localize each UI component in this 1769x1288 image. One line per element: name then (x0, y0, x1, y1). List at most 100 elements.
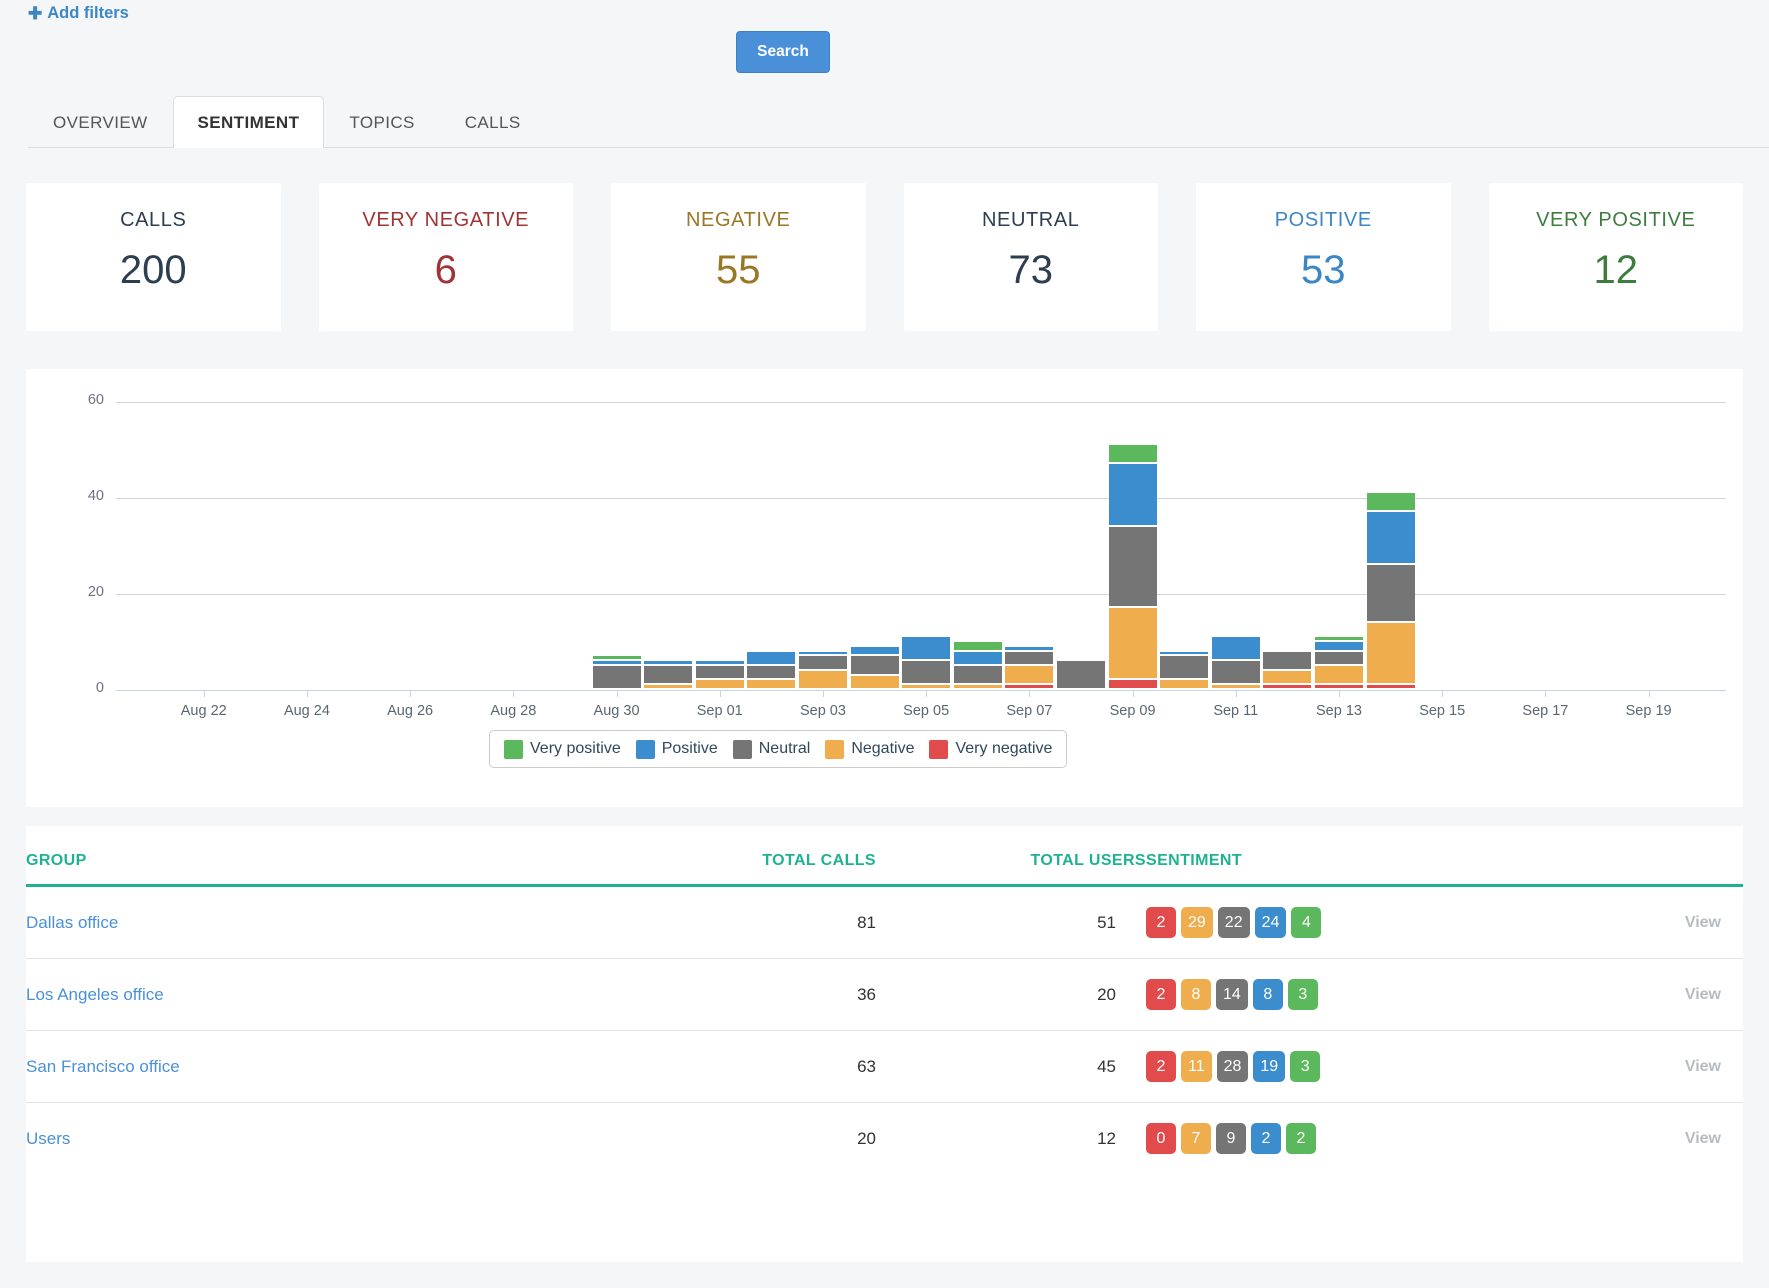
x-axis-tick-label: Sep 13 (1316, 703, 1362, 719)
y-axis-tick-label: 60 (64, 392, 104, 408)
x-axis-tick-label: Sep 03 (800, 703, 846, 719)
chart-bar-segment (747, 680, 795, 690)
x-axis-tick-label: Sep 11 (1213, 703, 1258, 719)
legend-item-negative[interactable]: Negative (825, 740, 914, 759)
status-badge: 28 (1217, 1051, 1249, 1082)
chart-bar[interactable] (1160, 652, 1208, 690)
dashboard-page: ✚ Add filters Search OVERVIEWSENTIMENTTO… (0, 0, 1769, 1288)
view-link[interactable]: View (1496, 886, 1743, 959)
chart-bar[interactable] (1263, 652, 1311, 690)
status-badge: 24 (1255, 907, 1287, 938)
tab-topics[interactable]: TOPICS (324, 96, 439, 148)
view-link[interactable]: View (1496, 1103, 1743, 1175)
x-axis-tick (823, 690, 824, 697)
chart-bar-segment (1263, 652, 1311, 671)
search-button-label: Search (757, 43, 809, 61)
chart-bar-segment (747, 666, 795, 680)
status-badge: 2 (1286, 1123, 1316, 1154)
total-calls-cell: 20 (546, 1103, 876, 1175)
tab-sentiment[interactable]: SENTIMENT (173, 96, 325, 148)
chart-bar[interactable] (593, 656, 641, 690)
chart-bar[interactable] (1057, 661, 1105, 690)
status-badge: 8 (1181, 979, 1211, 1010)
kpi-card-value: 55 (716, 248, 761, 293)
chart-bar-segment (747, 652, 795, 666)
kpi-card-label: VERY POSITIVE (1536, 209, 1695, 232)
add-filters-link[interactable]: ✚ Add filters (28, 4, 129, 23)
kpi-card-value: 53 (1301, 248, 1346, 293)
legend-swatch-icon (825, 740, 844, 759)
kpi-card-calls: CALLS200 (26, 183, 281, 331)
chart-bar-segment (902, 637, 950, 661)
chart-bar[interactable] (902, 637, 950, 690)
sentiment-badge-group: 22922244 (1146, 907, 1496, 938)
chart-bar-segment (1005, 685, 1053, 690)
chart-bar-segment (696, 680, 744, 690)
view-link[interactable]: View (1496, 1031, 1743, 1103)
legend-item-very-negative[interactable]: Very negative (929, 740, 1052, 759)
status-badge: 0 (1146, 1123, 1176, 1154)
x-axis-tick-label: Sep 19 (1626, 703, 1672, 719)
kpi-card-label: VERY NEGATIVE (362, 209, 529, 232)
chart-bar-segment (1315, 685, 1363, 690)
total-users-cell: 45 (876, 1031, 1146, 1103)
x-axis-tick (1133, 690, 1134, 697)
legend-item-neutral[interactable]: Neutral (733, 740, 811, 759)
status-badge: 2 (1146, 1051, 1176, 1082)
view-link[interactable]: View (1496, 959, 1743, 1031)
x-axis-tick (204, 690, 205, 697)
x-axis-tick-label: Aug 22 (181, 703, 227, 719)
x-axis-tick (410, 690, 411, 697)
search-button[interactable]: Search (736, 31, 830, 73)
status-badge: 3 (1288, 979, 1318, 1010)
chart-bar[interactable] (696, 661, 744, 690)
x-axis-tick (926, 690, 927, 697)
chart-bar-segment (1005, 652, 1053, 666)
tab-calls[interactable]: CALLS (440, 96, 546, 148)
chart-bar[interactable] (1367, 493, 1415, 690)
status-badge: 14 (1216, 979, 1248, 1010)
chart-bar-segment (1315, 666, 1363, 685)
chart-bar-segment (1263, 685, 1311, 690)
legend-item-very-positive[interactable]: Very positive (504, 740, 621, 759)
gridline (116, 594, 1726, 595)
group-link[interactable]: Dallas office (26, 913, 118, 932)
sentiment-badge-group: 281483 (1146, 979, 1496, 1010)
chart-bar[interactable] (954, 642, 1002, 690)
group-cell: Users (26, 1103, 546, 1175)
tab-bar: OVERVIEWSENTIMENTTOPICSCALLS (28, 94, 1769, 148)
total-users-cell: 20 (876, 959, 1146, 1031)
chart-bar[interactable] (1212, 637, 1260, 690)
add-filters-label: Add filters (47, 4, 129, 23)
chart-bar[interactable] (747, 652, 795, 690)
group-cell: Dallas office (26, 886, 546, 959)
total-calls-cell: 81 (546, 886, 876, 959)
kpi-card-value: 6 (435, 248, 457, 293)
x-axis-tick (1339, 690, 1340, 697)
group-link[interactable]: Users (26, 1129, 70, 1148)
chart-bar[interactable] (851, 647, 899, 690)
group-link[interactable]: San Francisco office (26, 1057, 180, 1076)
x-axis-tick-label: Aug 24 (284, 703, 330, 719)
chart-bar[interactable] (799, 652, 847, 690)
group-link[interactable]: Los Angeles office (26, 985, 164, 1004)
gridline (116, 402, 1726, 403)
y-axis-tick-label: 0 (64, 680, 104, 696)
chart-bar-segment (954, 685, 1002, 690)
chart-bar[interactable] (644, 661, 692, 690)
x-axis-tick (1236, 690, 1237, 697)
table-row: Dallas office815122922244View (26, 886, 1743, 959)
legend-swatch-icon (636, 740, 655, 759)
kpi-card-label: NEGATIVE (686, 209, 790, 232)
chart-bar-segment (1367, 565, 1415, 623)
chart-bar[interactable] (1315, 637, 1363, 690)
gridline (116, 498, 1726, 499)
x-axis-tick (513, 690, 514, 697)
chart-bar-segment (954, 666, 1002, 685)
chart-bar[interactable] (1109, 445, 1157, 690)
tab-overview[interactable]: OVERVIEW (28, 96, 173, 148)
legend-item-positive[interactable]: Positive (636, 740, 718, 759)
chart-bar-segment (1263, 671, 1311, 685)
plus-icon: ✚ (28, 5, 42, 22)
chart-bar[interactable] (1005, 647, 1053, 690)
